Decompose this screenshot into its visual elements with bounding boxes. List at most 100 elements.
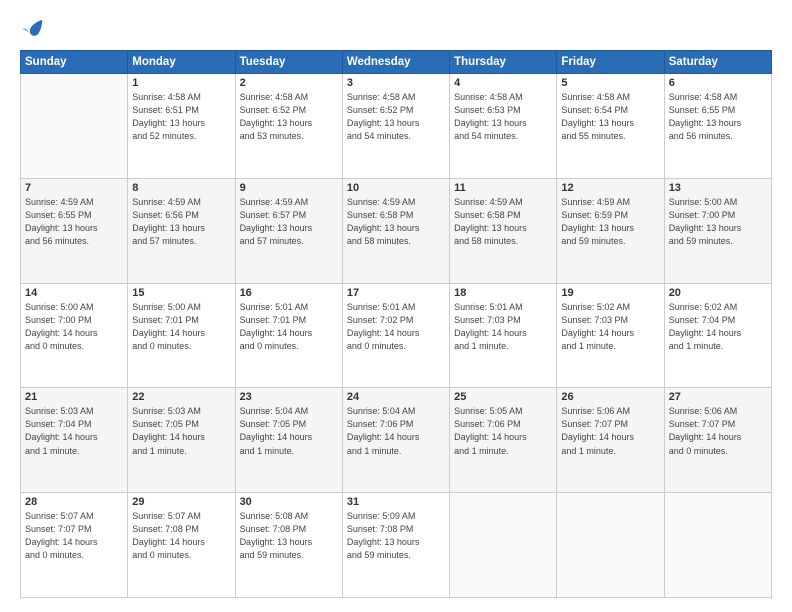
day-info: Sunrise: 4:58 AMSunset: 6:53 PMDaylight:… bbox=[454, 91, 552, 143]
week-row-1: 1 Sunrise: 4:58 AMSunset: 6:51 PMDaylight… bbox=[21, 74, 772, 179]
day-info: Sunrise: 4:58 AMSunset: 6:55 PMDaylight:… bbox=[669, 91, 767, 143]
day-cell: 12Sunrise: 4:59 AMSunset: 6:59 PMDayligh… bbox=[557, 178, 664, 283]
day-cell: 5 Sunrise: 4:58 AMSunset: 6:54 PMDaylight… bbox=[557, 74, 664, 179]
day-number: 5 bbox=[561, 77, 659, 89]
week-row-5: 28 Sunrise: 5:07 AMSunset: 7:07 PMDayligh… bbox=[21, 493, 772, 598]
day-number: 3 bbox=[347, 77, 445, 89]
day-cell: 28 Sunrise: 5:07 AMSunset: 7:07 PMDayligh… bbox=[21, 493, 128, 598]
day-cell: 21 Sunrise: 5:03 AMSunset: 7:04 PMDayligh… bbox=[21, 388, 128, 493]
day-info: Sunrise: 5:01 AMSunset: 7:02 PMDaylight:… bbox=[347, 301, 445, 353]
day-info: Sunrise: 4:58 AMSunset: 6:52 PMDaylight:… bbox=[240, 91, 338, 143]
day-cell: 9 Sunrise: 4:59 AMSunset: 6:57 PMDaylight… bbox=[235, 178, 342, 283]
day-cell: 27 Sunrise: 5:06 AMSunset: 7:07 PMDayligh… bbox=[664, 388, 771, 493]
page: SundayMondayTuesdayWednesdayThursdayFrid… bbox=[0, 0, 792, 612]
day-number: 6 bbox=[669, 77, 767, 89]
day-info: Sunrise: 5:00 AMSunset: 7:00 PMDaylight:… bbox=[669, 196, 767, 248]
day-info: Sunrise: 5:02 AMSunset: 7:04 PMDaylight:… bbox=[669, 301, 767, 353]
day-info: Sunrise: 5:08 AMSunset: 7:08 PMDaylight:… bbox=[240, 510, 338, 562]
header-cell-saturday: Saturday bbox=[664, 51, 771, 74]
day-cell: 4Sunrise: 4:58 AMSunset: 6:53 PMDaylight… bbox=[450, 74, 557, 179]
day-number: 19 bbox=[561, 287, 659, 299]
day-cell: 20Sunrise: 5:02 AMSunset: 7:04 PMDayligh… bbox=[664, 283, 771, 388]
day-number: 29 bbox=[132, 496, 230, 508]
day-number: 2 bbox=[240, 77, 338, 89]
day-cell: 13 Sunrise: 5:00 AMSunset: 7:00 PMDayligh… bbox=[664, 178, 771, 283]
header bbox=[20, 18, 772, 40]
day-cell: 26Sunrise: 5:06 AMSunset: 7:07 PMDayligh… bbox=[557, 388, 664, 493]
day-info: Sunrise: 4:59 AMSunset: 6:58 PMDaylight:… bbox=[347, 196, 445, 248]
day-number: 1 bbox=[132, 77, 230, 89]
day-cell bbox=[21, 74, 128, 179]
day-number: 10 bbox=[347, 182, 445, 194]
day-info: Sunrise: 4:58 AMSunset: 6:52 PMDaylight:… bbox=[347, 91, 445, 143]
day-cell: 22 Sunrise: 5:03 AMSunset: 7:05 PMDayligh… bbox=[128, 388, 235, 493]
day-info: Sunrise: 4:59 AMSunset: 6:56 PMDaylight:… bbox=[132, 196, 230, 248]
day-info: Sunrise: 5:03 AMSunset: 7:04 PMDaylight:… bbox=[25, 405, 123, 457]
day-info: Sunrise: 5:04 AMSunset: 7:06 PMDaylight:… bbox=[347, 405, 445, 457]
day-number: 21 bbox=[25, 391, 123, 403]
day-cell: 14 Sunrise: 5:00 AMSunset: 7:00 PMDayligh… bbox=[21, 283, 128, 388]
calendar-table: SundayMondayTuesdayWednesdayThursdayFrid… bbox=[20, 50, 772, 598]
day-cell: 30 Sunrise: 5:08 AMSunset: 7:08 PMDayligh… bbox=[235, 493, 342, 598]
day-number: 28 bbox=[25, 496, 123, 508]
header-cell-thursday: Thursday bbox=[450, 51, 557, 74]
day-number: 23 bbox=[240, 391, 338, 403]
day-info: Sunrise: 5:03 AMSunset: 7:05 PMDaylight:… bbox=[132, 405, 230, 457]
day-number: 13 bbox=[669, 182, 767, 194]
day-number: 14 bbox=[25, 287, 123, 299]
header-cell-tuesday: Tuesday bbox=[235, 51, 342, 74]
logo bbox=[20, 18, 44, 40]
header-cell-sunday: Sunday bbox=[21, 51, 128, 74]
day-number: 9 bbox=[240, 182, 338, 194]
day-cell: 17 Sunrise: 5:01 AMSunset: 7:02 PMDayligh… bbox=[342, 283, 449, 388]
day-cell: 1 Sunrise: 4:58 AMSunset: 6:51 PMDaylight… bbox=[128, 74, 235, 179]
day-cell: 2 Sunrise: 4:58 AMSunset: 6:52 PMDaylight… bbox=[235, 74, 342, 179]
day-cell: 7Sunrise: 4:59 AMSunset: 6:55 PMDaylight… bbox=[21, 178, 128, 283]
day-info: Sunrise: 5:06 AMSunset: 7:07 PMDaylight:… bbox=[669, 405, 767, 457]
week-row-4: 21 Sunrise: 5:03 AMSunset: 7:04 PMDayligh… bbox=[21, 388, 772, 493]
day-cell: 6 Sunrise: 4:58 AMSunset: 6:55 PMDaylight… bbox=[664, 74, 771, 179]
day-number: 30 bbox=[240, 496, 338, 508]
header-cell-wednesday: Wednesday bbox=[342, 51, 449, 74]
day-number: 8 bbox=[132, 182, 230, 194]
day-cell: 19 Sunrise: 5:02 AMSunset: 7:03 PMDayligh… bbox=[557, 283, 664, 388]
day-number: 15 bbox=[132, 287, 230, 299]
day-info: Sunrise: 4:59 AMSunset: 6:57 PMDaylight:… bbox=[240, 196, 338, 248]
day-info: Sunrise: 5:00 AMSunset: 7:01 PMDaylight:… bbox=[132, 301, 230, 353]
day-cell: 23 Sunrise: 5:04 AMSunset: 7:05 PMDayligh… bbox=[235, 388, 342, 493]
day-cell: 10 Sunrise: 4:59 AMSunset: 6:58 PMDayligh… bbox=[342, 178, 449, 283]
day-cell: 24 Sunrise: 5:04 AMSunset: 7:06 PMDayligh… bbox=[342, 388, 449, 493]
calendar-body: 1 Sunrise: 4:58 AMSunset: 6:51 PMDaylight… bbox=[21, 74, 772, 598]
day-number: 12 bbox=[561, 182, 659, 194]
day-info: Sunrise: 5:02 AMSunset: 7:03 PMDaylight:… bbox=[561, 301, 659, 353]
day-info: Sunrise: 5:07 AMSunset: 7:08 PMDaylight:… bbox=[132, 510, 230, 562]
day-info: Sunrise: 5:00 AMSunset: 7:00 PMDaylight:… bbox=[25, 301, 123, 353]
day-number: 24 bbox=[347, 391, 445, 403]
day-cell: 16Sunrise: 5:01 AMSunset: 7:01 PMDayligh… bbox=[235, 283, 342, 388]
day-info: Sunrise: 4:58 AMSunset: 6:51 PMDaylight:… bbox=[132, 91, 230, 143]
day-info: Sunrise: 5:06 AMSunset: 7:07 PMDaylight:… bbox=[561, 405, 659, 457]
calendar-header: SundayMondayTuesdayWednesdayThursdayFrid… bbox=[21, 51, 772, 74]
day-cell: 8 Sunrise: 4:59 AMSunset: 6:56 PMDaylight… bbox=[128, 178, 235, 283]
day-number: 11 bbox=[454, 182, 552, 194]
day-info: Sunrise: 4:59 AMSunset: 6:55 PMDaylight:… bbox=[25, 196, 123, 248]
day-info: Sunrise: 4:58 AMSunset: 6:54 PMDaylight:… bbox=[561, 91, 659, 143]
day-info: Sunrise: 5:04 AMSunset: 7:05 PMDaylight:… bbox=[240, 405, 338, 457]
day-cell: 18 Sunrise: 5:01 AMSunset: 7:03 PMDayligh… bbox=[450, 283, 557, 388]
day-cell: 29 Sunrise: 5:07 AMSunset: 7:08 PMDayligh… bbox=[128, 493, 235, 598]
day-info: Sunrise: 5:01 AMSunset: 7:03 PMDaylight:… bbox=[454, 301, 552, 353]
header-row: SundayMondayTuesdayWednesdayThursdayFrid… bbox=[21, 51, 772, 74]
day-info: Sunrise: 4:59 AMSunset: 6:58 PMDaylight:… bbox=[454, 196, 552, 248]
day-number: 18 bbox=[454, 287, 552, 299]
day-cell: 15 Sunrise: 5:00 AMSunset: 7:01 PMDayligh… bbox=[128, 283, 235, 388]
day-number: 17 bbox=[347, 287, 445, 299]
day-number: 27 bbox=[669, 391, 767, 403]
day-info: Sunrise: 5:09 AMSunset: 7:08 PMDaylight:… bbox=[347, 510, 445, 562]
day-number: 25 bbox=[454, 391, 552, 403]
header-cell-monday: Monday bbox=[128, 51, 235, 74]
day-cell bbox=[557, 493, 664, 598]
day-cell: 11 Sunrise: 4:59 AMSunset: 6:58 PMDayligh… bbox=[450, 178, 557, 283]
day-cell: 25Sunrise: 5:05 AMSunset: 7:06 PMDayligh… bbox=[450, 388, 557, 493]
day-number: 22 bbox=[132, 391, 230, 403]
day-info: Sunrise: 5:07 AMSunset: 7:07 PMDaylight:… bbox=[25, 510, 123, 562]
